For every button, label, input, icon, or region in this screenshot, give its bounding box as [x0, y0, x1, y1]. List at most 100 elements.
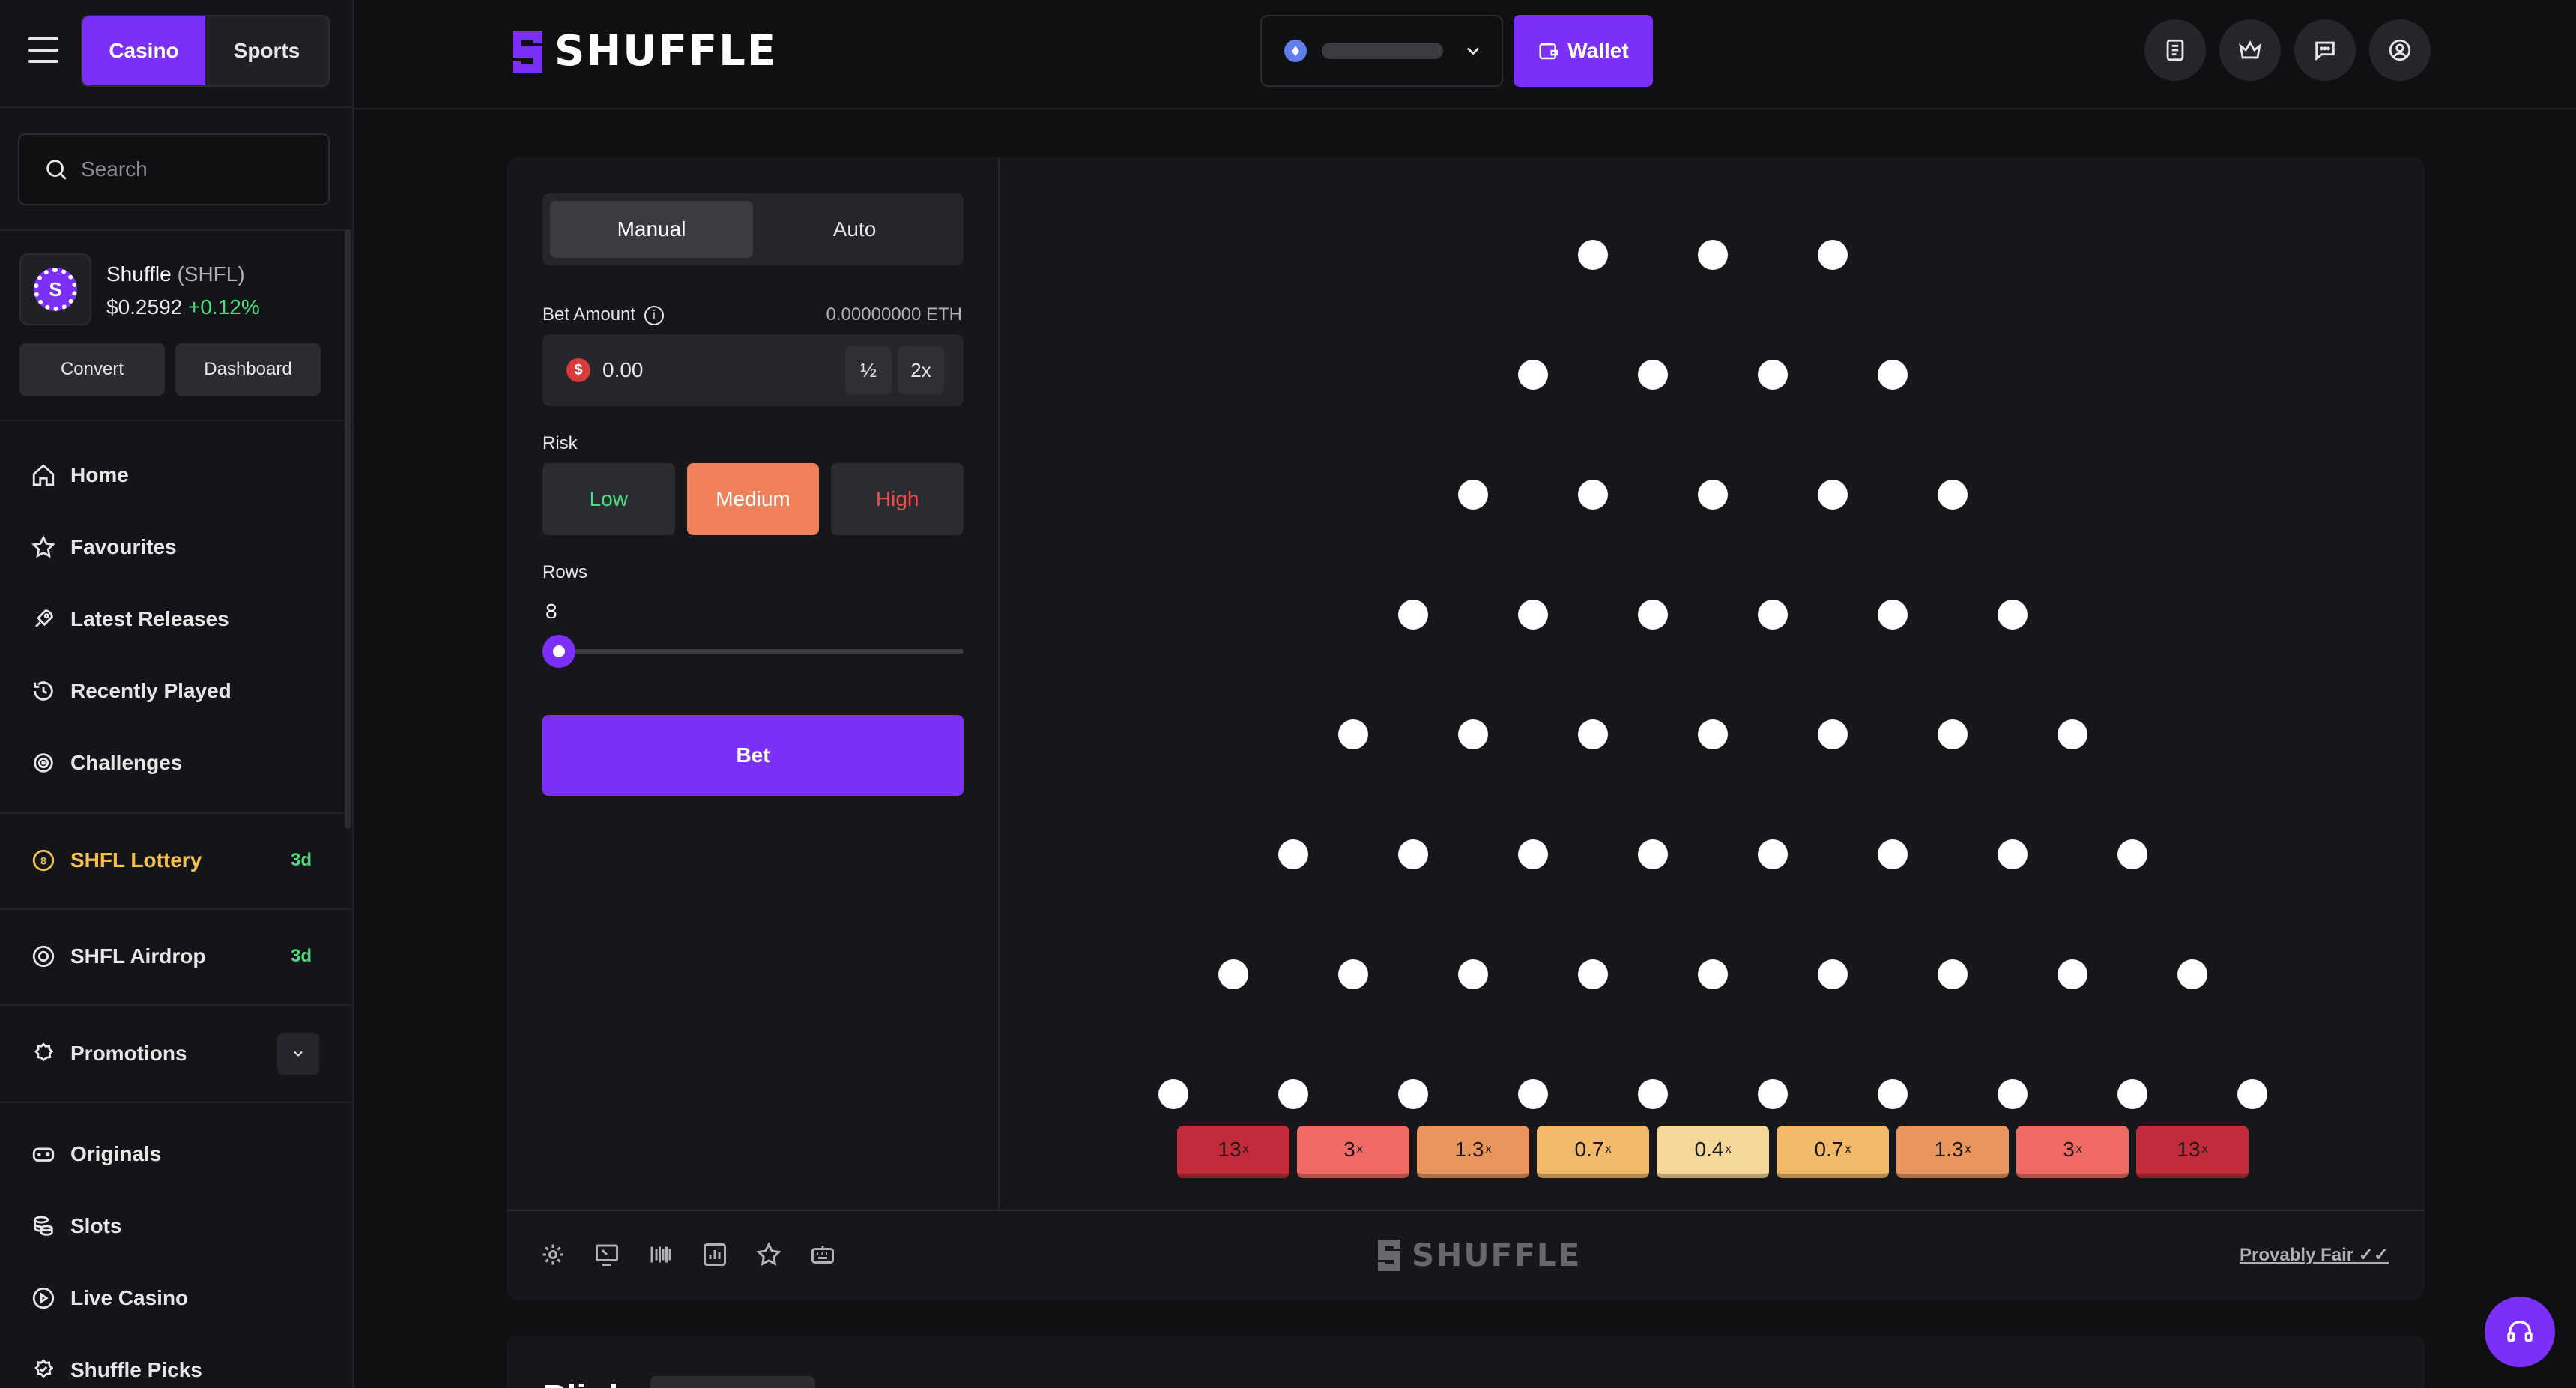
sidebar-item-originals[interactable]: Originals: [0, 1118, 352, 1190]
wallet-icon: [1539, 43, 1558, 60]
sidebar-item-home[interactable]: Home: [0, 439, 352, 511]
risk-medium-button[interactable]: Medium: [686, 463, 820, 535]
plinko-peg: [1458, 959, 1488, 989]
bet-history-button[interactable]: [2144, 19, 2206, 81]
target-icon: [30, 749, 57, 776]
bet-controls: Manual Auto Bet Amount i 0.00000000 ETH $…: [507, 157, 1000, 1210]
search-box[interactable]: [18, 133, 330, 205]
sidebar-item-live-casino[interactable]: Live Casino: [0, 1262, 352, 1334]
plinko-peg: [2117, 1079, 2147, 1109]
bet-button[interactable]: Bet: [542, 715, 964, 796]
sidebar-item-label: Shuffle Picks: [70, 1358, 202, 1381]
double-bet-button[interactable]: 2x: [898, 346, 944, 394]
dashboard-button[interactable]: Dashboard: [175, 343, 321, 396]
search-input[interactable]: [81, 157, 321, 181]
plinko-peg: [1698, 719, 1728, 749]
sidebar-item-shuffle-picks[interactable]: Shuffle Picks: [0, 1334, 352, 1388]
bet-amount-input[interactable]: [602, 351, 827, 390]
badge-check-icon: [30, 1357, 57, 1384]
divider: [0, 1004, 352, 1006]
plinko-peg: [1458, 480, 1488, 510]
token-name: Shuffle (SHFL): [106, 262, 245, 286]
plinko-peg: [1518, 360, 1548, 390]
theatre-mode-icon[interactable]: [593, 1241, 623, 1271]
sidebar-item-shfl-airdrop[interactable]: SHFL Airdrop 3d: [0, 920, 352, 992]
stats-icon[interactable]: [701, 1241, 731, 1271]
multiplier-slot: 13 x: [2136, 1126, 2249, 1178]
countdown-badge: 3d: [290, 850, 312, 870]
sidebar-item-challenges[interactable]: Challenges: [0, 727, 352, 799]
plinko-peg: [1278, 839, 1308, 869]
token-card: S Shuffle (SHFL) $0.2592 +0.12% Convert …: [0, 229, 352, 421]
half-bet-button[interactable]: ½: [845, 346, 892, 394]
brand-logo[interactable]: SHUFFLE: [510, 27, 777, 76]
mode-switch: Casino Sports: [81, 15, 330, 87]
risk-high-button[interactable]: High: [831, 463, 964, 535]
sidebar-item-slots[interactable]: Slots: [0, 1190, 352, 1262]
plinko-peg: [1938, 719, 1968, 749]
sidebar-item-promotions[interactable]: Promotions: [0, 1018, 352, 1090]
menu-icon[interactable]: [28, 37, 58, 63]
profile-button[interactable]: [2369, 19, 2431, 81]
provider-chip[interactable]: [650, 1376, 815, 1388]
support-button[interactable]: [2485, 1297, 2555, 1367]
wallet-button[interactable]: Wallet: [1514, 15, 1653, 87]
rows-slider-track[interactable]: [542, 649, 964, 654]
sidebar-item-label: Promotions: [70, 1042, 187, 1065]
bet-amount-field: $ ½ 2x: [542, 334, 964, 406]
plinko-peg: [1398, 839, 1428, 869]
sidebar-promotions-section: Promotions: [0, 1018, 352, 1090]
wallet-label: Wallet: [1567, 39, 1629, 62]
mode-tabs: Manual Auto: [542, 193, 964, 265]
sidebar-item-favourites[interactable]: Favourites: [0, 511, 352, 583]
plinko-peg: [1998, 600, 2028, 630]
brand-name: SHUFFLE: [554, 27, 778, 76]
plinko-peg: [1878, 360, 1908, 390]
multiplier-slot: 0.7 x: [1537, 1126, 1649, 1178]
tab-auto[interactable]: Auto: [753, 201, 956, 258]
bet-amount-label: Bet Amount i: [542, 304, 665, 325]
divider: [0, 908, 352, 910]
mode-casino-button[interactable]: Casino: [82, 16, 205, 85]
divider: [0, 812, 352, 814]
chevron-down-icon[interactable]: [277, 1033, 319, 1075]
chat-button[interactable]: [2294, 19, 2356, 81]
plinko-peg: [1518, 839, 1548, 869]
sidebar-item-label: Challenges: [70, 751, 183, 774]
sidebar-item-label: Home: [70, 463, 129, 486]
mode-sports-button[interactable]: Sports: [205, 16, 328, 85]
sidebar-item-label: Latest Releases: [70, 607, 229, 630]
keyboard-icon[interactable]: [809, 1241, 839, 1271]
plinko-peg: [1818, 240, 1848, 270]
plinko-peg: [1578, 959, 1608, 989]
rows-slider-thumb[interactable]: [542, 635, 575, 668]
token-change: +0.12%: [188, 295, 260, 319]
sidebar-item-shfl-lottery[interactable]: 8 SHFL Lottery 3d: [0, 824, 352, 896]
convert-button[interactable]: Convert: [19, 343, 165, 396]
sidebar-item-recently-played[interactable]: Recently Played: [0, 655, 352, 727]
currency-selector[interactable]: [1260, 15, 1503, 87]
plinko-peg: [1278, 1079, 1308, 1109]
token-symbol: (SHFL): [177, 262, 245, 286]
token-price-row: $0.2592 +0.12%: [106, 295, 260, 319]
plinko-peg: [1698, 480, 1728, 510]
plinko-peg: [1338, 719, 1368, 749]
tab-manual[interactable]: Manual: [550, 201, 753, 258]
history-icon: [30, 678, 57, 704]
sidebar-item-latest-releases[interactable]: Latest Releases: [0, 583, 352, 655]
chat-icon: [2315, 41, 2335, 61]
barcode-icon[interactable]: [647, 1241, 677, 1271]
plinko-peg: [1698, 959, 1728, 989]
provably-fair-link[interactable]: Provably Fair ✓✓: [2240, 1244, 2389, 1266]
sidebar-scrollbar[interactable]: [345, 229, 351, 829]
plinko-peg: [1518, 1079, 1548, 1109]
sidebar-item-label: SHFL Lottery: [70, 848, 202, 872]
risk-selector: Low Medium High: [542, 463, 964, 535]
settings-icon[interactable]: [539, 1241, 569, 1271]
plinko-peg: [2237, 1079, 2267, 1109]
risk-low-button[interactable]: Low: [542, 463, 675, 535]
star-icon[interactable]: [755, 1241, 785, 1271]
info-icon[interactable]: i: [644, 305, 665, 325]
vip-button[interactable]: [2219, 19, 2281, 81]
risk-label: Risk: [542, 433, 578, 453]
